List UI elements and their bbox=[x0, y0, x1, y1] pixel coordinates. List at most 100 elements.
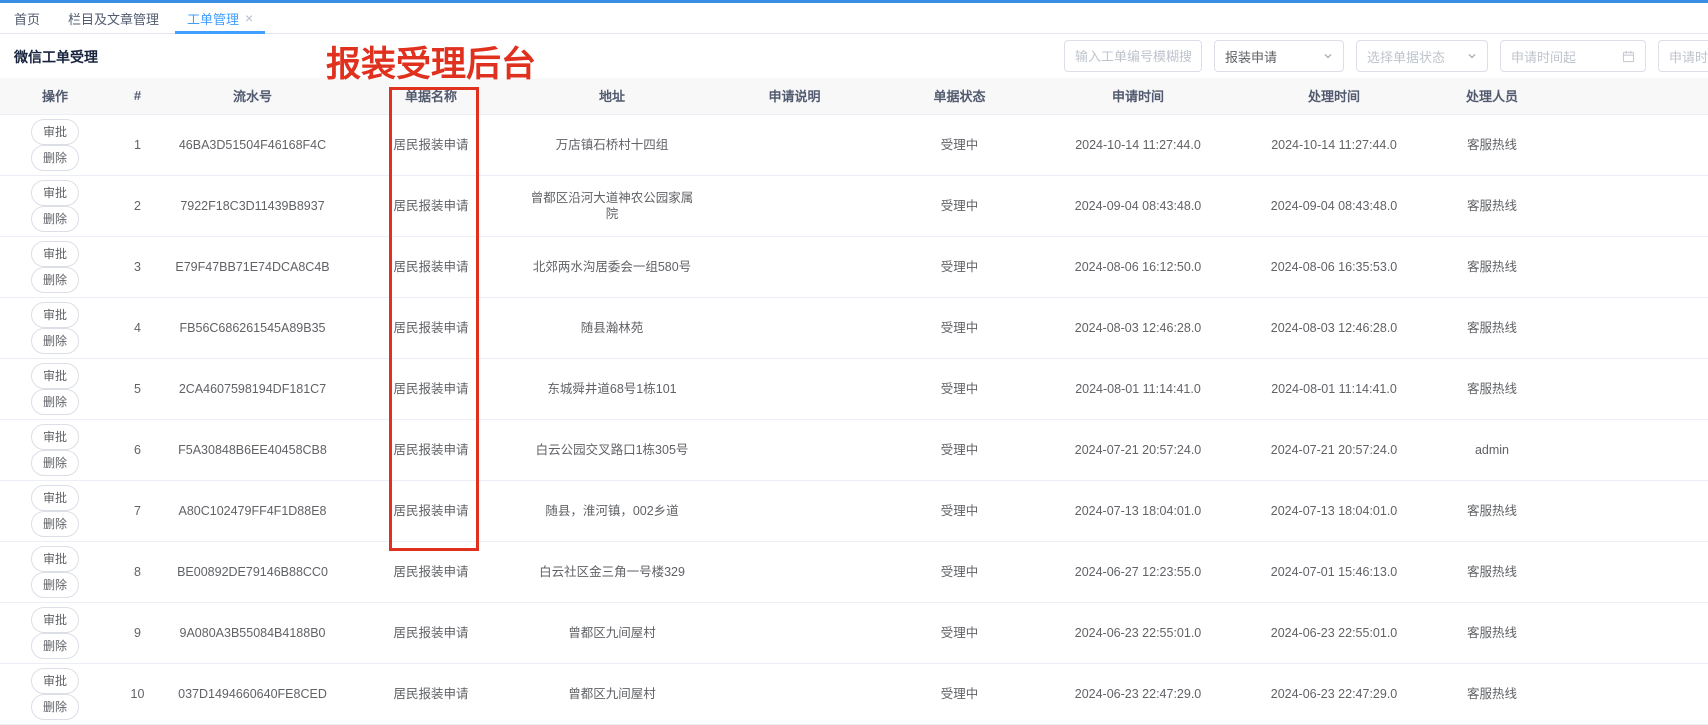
tab-work-orders-label: 工单管理 bbox=[187, 9, 239, 28]
cell-process-time: 2024-07-01 15:46:13.0 bbox=[1244, 541, 1424, 602]
table-row: 审批删除 2 7922F18C3D11439B8937 居民报装申请 曾都区沿河… bbox=[0, 175, 1708, 236]
delete-button[interactable]: 删除 bbox=[31, 450, 79, 476]
cell-description bbox=[702, 541, 887, 602]
table-row: 审批删除 5 2CA4607598194DF181C7 居民报装申请 东城舜井道… bbox=[0, 358, 1708, 419]
cell-index: 10 bbox=[110, 663, 165, 724]
tab-home-label: 首页 bbox=[14, 9, 40, 28]
cell-doc-name: 居民报装申请 bbox=[340, 419, 522, 480]
approve-button[interactable]: 审批 bbox=[31, 119, 79, 145]
col-header-description: 申请说明 bbox=[702, 78, 887, 114]
doc-type-select-value: 报装申请 bbox=[1225, 47, 1277, 66]
chevron-down-icon bbox=[1467, 51, 1477, 61]
cell-description bbox=[702, 419, 887, 480]
cell-filler bbox=[1560, 358, 1708, 419]
cell-serial: BE00892DE79146B88CC0 bbox=[165, 541, 340, 602]
cell-process-time: 2024-08-03 12:46:28.0 bbox=[1244, 297, 1424, 358]
delete-button[interactable]: 删除 bbox=[31, 328, 79, 354]
close-icon[interactable]: × bbox=[245, 11, 253, 25]
cell-description bbox=[702, 358, 887, 419]
delete-button[interactable]: 删除 bbox=[31, 572, 79, 598]
cell-address: 随县瀚林苑 bbox=[522, 297, 702, 358]
cell-index: 7 bbox=[110, 480, 165, 541]
cell-handler: 客服热线 bbox=[1424, 236, 1560, 297]
cell-serial: 46BA3D51504F46168F4C bbox=[165, 114, 340, 175]
delete-button[interactable]: 删除 bbox=[31, 511, 79, 537]
approve-button[interactable]: 审批 bbox=[31, 546, 79, 572]
cell-address: 白云社区金三角一号楼329 bbox=[522, 541, 702, 602]
cell-apply-time: 2024-07-13 18:04:01.0 bbox=[1032, 480, 1244, 541]
cell-index: 4 bbox=[110, 297, 165, 358]
table-header-row: 操作 # 流水号 单据名称 地址 申请说明 单据状态 申请时间 处理时间 处理人… bbox=[0, 78, 1708, 114]
cell-process-time: 2024-06-23 22:47:29.0 bbox=[1244, 663, 1424, 724]
page-title: 微信工单受理 bbox=[14, 47, 98, 67]
cell-status: 受理中 bbox=[887, 480, 1032, 541]
cell-address: 白云公园交叉路口1栋305号 bbox=[522, 419, 702, 480]
doc-status-select-placeholder: 选择单据状态 bbox=[1367, 47, 1445, 66]
delete-button[interactable]: 删除 bbox=[31, 267, 79, 293]
apply-date-start-input[interactable]: 申请时间起 bbox=[1500, 40, 1646, 72]
cell-status: 受理中 bbox=[887, 602, 1032, 663]
cell-doc-name: 居民报装申请 bbox=[340, 297, 522, 358]
approve-button[interactable]: 审批 bbox=[31, 668, 79, 694]
apply-date-end-placeholder: 申请时间止 bbox=[1669, 47, 1708, 66]
cell-serial: F5A30848B6EE40458CB8 bbox=[165, 419, 340, 480]
delete-button[interactable]: 删除 bbox=[31, 694, 79, 720]
approve-button[interactable]: 审批 bbox=[31, 363, 79, 389]
cell-description bbox=[702, 480, 887, 541]
cell-operations: 审批删除 bbox=[0, 297, 110, 358]
cell-handler: 客服热线 bbox=[1424, 297, 1560, 358]
cell-operations: 审批删除 bbox=[0, 114, 110, 175]
cell-index: 2 bbox=[110, 175, 165, 236]
col-header-serial: 流水号 bbox=[165, 78, 340, 114]
cell-status: 受理中 bbox=[887, 297, 1032, 358]
work-orders-table: 操作 # 流水号 单据名称 地址 申请说明 单据状态 申请时间 处理时间 处理人… bbox=[0, 78, 1708, 725]
approve-button[interactable]: 审批 bbox=[31, 424, 79, 450]
cell-doc-name: 居民报装申请 bbox=[340, 114, 522, 175]
cell-operations: 审批删除 bbox=[0, 358, 110, 419]
cell-index: 9 bbox=[110, 602, 165, 663]
cell-description bbox=[702, 663, 887, 724]
table-row: 审批删除 4 FB56C686261545A89B35 居民报装申请 随县瀚林苑… bbox=[0, 297, 1708, 358]
cell-filler bbox=[1560, 114, 1708, 175]
cell-filler bbox=[1560, 541, 1708, 602]
delete-button[interactable]: 删除 bbox=[31, 389, 79, 415]
cell-handler: 客服热线 bbox=[1424, 480, 1560, 541]
cell-doc-name: 居民报装申请 bbox=[340, 175, 522, 236]
col-header-filler bbox=[1560, 78, 1708, 114]
cell-index: 8 bbox=[110, 541, 165, 602]
order-number-search-field[interactable] bbox=[1075, 49, 1191, 64]
tab-work-orders[interactable]: 工单管理 × bbox=[173, 3, 267, 33]
approve-button[interactable]: 审批 bbox=[31, 302, 79, 328]
order-number-search-input[interactable] bbox=[1064, 40, 1202, 72]
cell-index: 1 bbox=[110, 114, 165, 175]
cell-serial: 7922F18C3D11439B8937 bbox=[165, 175, 340, 236]
cell-operations: 审批删除 bbox=[0, 602, 110, 663]
approve-button[interactable]: 审批 bbox=[31, 241, 79, 267]
cell-address: 曾都区九间屋村 bbox=[522, 663, 702, 724]
approve-button[interactable]: 审批 bbox=[31, 607, 79, 633]
cell-status: 受理中 bbox=[887, 114, 1032, 175]
calendar-icon bbox=[1622, 50, 1635, 63]
tab-home[interactable]: 首页 bbox=[0, 3, 54, 33]
col-header-index: # bbox=[110, 78, 165, 114]
cell-description bbox=[702, 236, 887, 297]
doc-type-select[interactable]: 报装申请 bbox=[1214, 40, 1344, 72]
approve-button[interactable]: 审批 bbox=[31, 180, 79, 206]
delete-button[interactable]: 删除 bbox=[31, 145, 79, 171]
page-header: 微信工单受理 报装申请 选择单据状态 申请时间起 申请时间止 bbox=[0, 34, 1708, 78]
cell-apply-time: 2024-08-01 11:14:41.0 bbox=[1032, 358, 1244, 419]
filter-bar: 报装申请 选择单据状态 申请时间起 申请时间止 bbox=[1064, 40, 1708, 72]
delete-button[interactable]: 删除 bbox=[31, 206, 79, 232]
tab-articles[interactable]: 栏目及文章管理 bbox=[54, 3, 173, 33]
delete-button[interactable]: 删除 bbox=[31, 633, 79, 659]
doc-status-select[interactable]: 选择单据状态 bbox=[1356, 40, 1488, 72]
cell-serial: E79F47BB71E74DCA8C4B bbox=[165, 236, 340, 297]
cell-status: 受理中 bbox=[887, 663, 1032, 724]
approve-button[interactable]: 审批 bbox=[31, 485, 79, 511]
cell-handler: 客服热线 bbox=[1424, 358, 1560, 419]
cell-description bbox=[702, 114, 887, 175]
cell-apply-time: 2024-10-14 11:27:44.0 bbox=[1032, 114, 1244, 175]
cell-operations: 审批删除 bbox=[0, 480, 110, 541]
cell-description bbox=[702, 297, 887, 358]
apply-date-end-input[interactable]: 申请时间止 bbox=[1658, 40, 1708, 72]
